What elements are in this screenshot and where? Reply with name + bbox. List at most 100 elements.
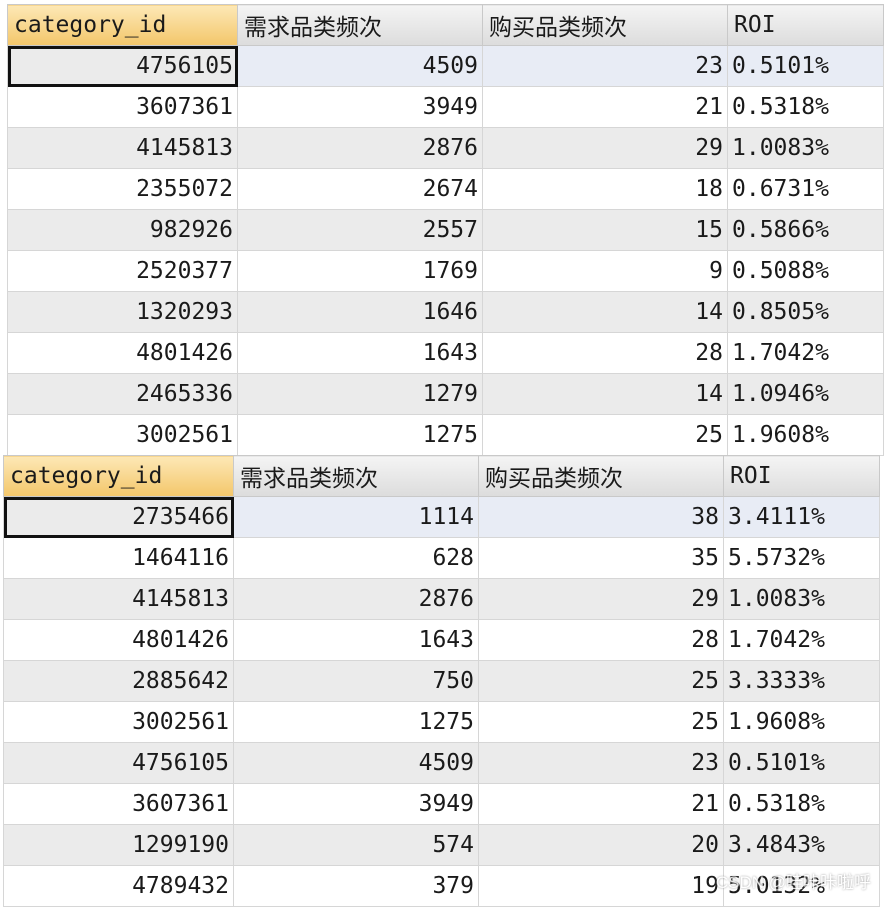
cell-demand-frequency[interactable]: 1275 — [237, 414, 483, 456]
cell-purchase-frequency[interactable]: 19 — [478, 865, 724, 907]
cell-category-id[interactable]: 4801426 — [7, 332, 238, 374]
cell-roi[interactable]: 0.5101% — [723, 742, 880, 784]
cell-roi[interactable]: 0.5088% — [727, 250, 884, 292]
table-row[interactable]: 2520377 1769 9 0.5088% — [7, 250, 884, 292]
cell-purchase-frequency[interactable]: 14 — [482, 373, 728, 415]
table-row[interactable]: 4801426 1643 28 1.7042% — [7, 332, 884, 374]
cell-roi[interactable]: 1.7042% — [723, 619, 880, 661]
cell-purchase-frequency[interactable]: 35 — [478, 537, 724, 579]
cell-category-id[interactable]: 2885642 — [3, 660, 234, 702]
table-row[interactable]: 4145813 2876 29 1.0083% — [7, 127, 884, 169]
cell-purchase-frequency[interactable]: 9 — [482, 250, 728, 292]
table-row[interactable]: 982926 2557 15 0.5866% — [7, 209, 884, 251]
cell-purchase-frequency[interactable]: 21 — [482, 86, 728, 128]
cell-demand-frequency[interactable]: 3949 — [233, 783, 479, 825]
cell-demand-frequency[interactable]: 1275 — [233, 701, 479, 743]
table-row[interactable]: 3607361 3949 21 0.5318% — [3, 783, 880, 825]
cell-category-id[interactable]: 4789432 — [3, 865, 234, 907]
cell-demand-frequency[interactable]: 2557 — [237, 209, 483, 251]
column-header-category-id[interactable]: category_id — [7, 4, 238, 46]
cell-category-id[interactable]: 4145813 — [7, 127, 238, 169]
cell-purchase-frequency[interactable]: 23 — [482, 45, 728, 87]
cell-category-id[interactable]: 1464116 — [3, 537, 234, 579]
cell-category-id[interactable]: 2520377 — [7, 250, 238, 292]
cell-category-id[interactable]: 1299190 — [3, 824, 234, 866]
cell-demand-frequency[interactable]: 1643 — [237, 332, 483, 374]
cell-category-id[interactable]: 3607361 — [7, 86, 238, 128]
cell-category-id[interactable]: 3002561 — [3, 701, 234, 743]
cell-purchase-frequency[interactable]: 38 — [478, 496, 724, 538]
cell-demand-frequency[interactable]: 1279 — [237, 373, 483, 415]
cell-demand-frequency[interactable]: 4509 — [233, 742, 479, 784]
cell-category-id[interactable]: 1320293 — [7, 291, 238, 333]
cell-demand-frequency[interactable]: 379 — [233, 865, 479, 907]
cell-purchase-frequency[interactable]: 15 — [482, 209, 728, 251]
cell-roi[interactable]: 0.5318% — [727, 86, 884, 128]
table-row[interactable]: 3607361 3949 21 0.5318% — [7, 86, 884, 128]
cell-purchase-frequency[interactable]: 25 — [478, 701, 724, 743]
cell-roi[interactable]: 0.8505% — [727, 291, 884, 333]
cell-category-id[interactable]: 3002561 — [7, 414, 238, 456]
table-row[interactable]: 3002561 1275 25 1.9608% — [3, 701, 880, 743]
cell-roi[interactable]: 1.0083% — [727, 127, 884, 169]
cell-purchase-frequency[interactable]: 25 — [478, 660, 724, 702]
cell-roi[interactable]: 0.6731% — [727, 168, 884, 210]
cell-roi[interactable]: 3.3333% — [723, 660, 880, 702]
cell-roi[interactable]: 5.5732% — [723, 537, 880, 579]
cell-demand-frequency[interactable]: 750 — [233, 660, 479, 702]
cell-roi[interactable]: 1.9608% — [723, 701, 880, 743]
cell-demand-frequency[interactable]: 1114 — [233, 496, 479, 538]
cell-category-id[interactable]: 3607361 — [3, 783, 234, 825]
cell-demand-frequency[interactable]: 2876 — [233, 578, 479, 620]
cell-purchase-frequency[interactable]: 18 — [482, 168, 728, 210]
cell-category-id[interactable]: 4801426 — [3, 619, 234, 661]
table-row[interactable]: 1464116 628 35 5.5732% — [3, 537, 880, 579]
cell-demand-frequency[interactable]: 3949 — [237, 86, 483, 128]
table-row[interactable]: 4145813 2876 29 1.0083% — [3, 578, 880, 620]
cell-purchase-frequency[interactable]: 21 — [478, 783, 724, 825]
table-row[interactable]: 1299190 574 20 3.4843% — [3, 824, 880, 866]
column-header-demand-frequency[interactable]: 需求品类频次 — [237, 4, 483, 46]
cell-purchase-frequency[interactable]: 29 — [478, 578, 724, 620]
column-header-category-id[interactable]: category_id — [3, 455, 234, 497]
column-header-purchase-frequency[interactable]: 购买品类频次 — [482, 4, 728, 46]
cell-category-id[interactable]: 982926 — [7, 209, 238, 251]
cell-demand-frequency[interactable]: 1646 — [237, 291, 483, 333]
cell-purchase-frequency[interactable]: 28 — [482, 332, 728, 374]
cell-demand-frequency[interactable]: 4509 — [237, 45, 483, 87]
column-header-roi[interactable]: ROI — [727, 4, 884, 46]
cell-category-id[interactable]: 2465336 — [7, 373, 238, 415]
cell-roi[interactable]: 1.0083% — [723, 578, 880, 620]
cell-purchase-frequency[interactable]: 28 — [478, 619, 724, 661]
cell-demand-frequency[interactable]: 1769 — [237, 250, 483, 292]
table-row[interactable]: 2735466 1114 38 3.4111% — [3, 496, 880, 538]
cell-demand-frequency[interactable]: 2876 — [237, 127, 483, 169]
column-header-demand-frequency[interactable]: 需求品类频次 — [233, 455, 479, 497]
cell-roi[interactable]: 0.5318% — [723, 783, 880, 825]
table-row[interactable]: 1320293 1646 14 0.8505% — [7, 291, 884, 333]
cell-roi[interactable]: 3.4111% — [723, 496, 880, 538]
column-header-roi[interactable]: ROI — [723, 455, 880, 497]
cell-demand-frequency[interactable]: 628 — [233, 537, 479, 579]
cell-demand-frequency[interactable]: 1643 — [233, 619, 479, 661]
table-row[interactable]: 2355072 2674 18 0.6731% — [7, 168, 884, 210]
cell-roi[interactable]: 0.5101% — [727, 45, 884, 87]
column-header-purchase-frequency[interactable]: 购买品类频次 — [478, 455, 724, 497]
cell-purchase-frequency[interactable]: 25 — [482, 414, 728, 456]
cell-roi[interactable]: 1.0946% — [727, 373, 884, 415]
cell-category-id[interactable]: 4145813 — [3, 578, 234, 620]
table-row[interactable]: 4801426 1643 28 1.7042% — [3, 619, 880, 661]
cell-category-id[interactable]: 4756105 — [3, 742, 234, 784]
cell-roi[interactable]: 1.7042% — [727, 332, 884, 374]
cell-category-id[interactable]: 2735466 — [3, 496, 234, 538]
cell-roi[interactable]: 1.9608% — [727, 414, 884, 456]
cell-purchase-frequency[interactable]: 23 — [478, 742, 724, 784]
cell-category-id[interactable]: 4756105 — [7, 45, 238, 87]
cell-purchase-frequency[interactable]: 20 — [478, 824, 724, 866]
cell-purchase-frequency[interactable]: 29 — [482, 127, 728, 169]
cell-demand-frequency[interactable]: 574 — [233, 824, 479, 866]
table-row[interactable]: 4756105 4509 23 0.5101% — [3, 742, 880, 784]
cell-roi[interactable]: 3.4843% — [723, 824, 880, 866]
cell-category-id[interactable]: 2355072 — [7, 168, 238, 210]
table-row[interactable]: 3002561 1275 25 1.9608% — [7, 414, 884, 456]
